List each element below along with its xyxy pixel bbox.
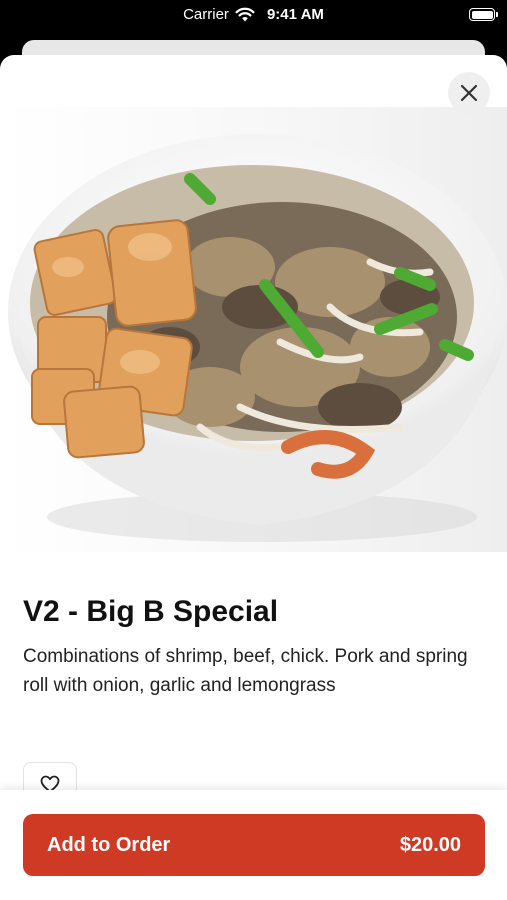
carrier-label: Carrier	[183, 6, 229, 23]
food-image	[0, 107, 507, 552]
add-to-order-label: Add to Order	[47, 833, 171, 856]
noodle-bowl-illustration	[8, 134, 507, 542]
status-bar: Carrier 9:41 AM	[0, 0, 507, 32]
status-time: 9:41 AM	[266, 6, 324, 23]
item-description: Combinations of shrimp, beef, chick. Por…	[23, 646, 468, 696]
item-price: $20.00	[399, 833, 461, 856]
add-to-order-button[interactable]: Add to Order $20.00	[23, 814, 485, 876]
item-title: V2 - Big B Special	[23, 595, 279, 628]
wifi-icon	[235, 7, 255, 22]
battery-icon	[469, 8, 498, 21]
close-button[interactable]	[448, 72, 490, 114]
bottom-action-bar: Add to Order $20.00	[0, 790, 507, 900]
close-icon	[460, 84, 478, 102]
item-detail-sheet: V2 - Big B Special Combinations of shrim…	[0, 55, 507, 900]
